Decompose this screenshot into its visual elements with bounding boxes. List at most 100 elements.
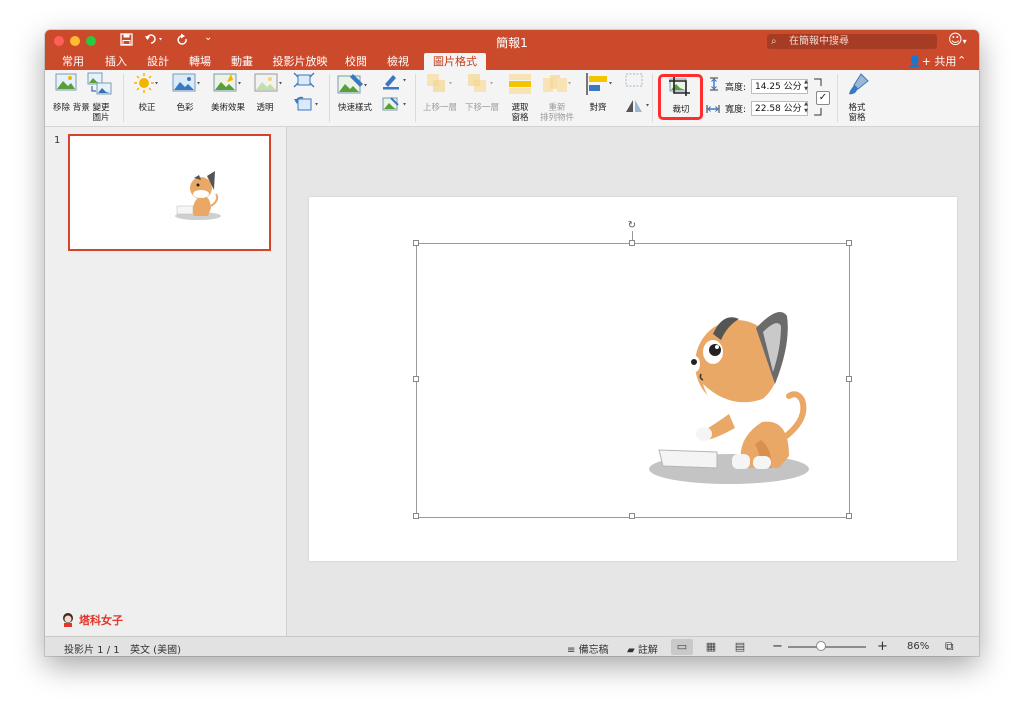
comments-button[interactable]: ▰ 註解 <box>627 641 658 656</box>
pen-border-icon <box>383 75 406 90</box>
ribbon-separator <box>415 74 416 122</box>
resize-handle-w[interactable] <box>413 376 419 382</box>
group-objects-icon <box>625 73 643 87</box>
selection-pane-icon <box>509 74 531 94</box>
collapse-ribbon-icon[interactable]: ⌃ <box>957 52 966 69</box>
slide-number: 1 <box>54 135 61 146</box>
rotate-handle-icon[interactable]: ↻ <box>627 221 637 231</box>
height-label: 高度: <box>725 83 747 93</box>
tab-insert[interactable]: 插入 <box>96 53 136 70</box>
crop-highlight-box <box>658 74 703 120</box>
slide-sorter-button[interactable]: ▦ <box>700 639 722 655</box>
group-button[interactable] <box>624 72 648 92</box>
rotate-flip-icon <box>626 100 649 112</box>
zoom-out-button[interactable]: − <box>772 639 783 654</box>
picture-effects-button[interactable] <box>381 96 409 118</box>
notes-button[interactable]: ≡ 備忘稿 <box>567 641 609 656</box>
transparency-label: 透明 <box>256 103 274 113</box>
selected-picture[interactable] <box>416 243 850 518</box>
comments-label: 註解 <box>637 645 658 656</box>
slide-thumbnails-pane: 1 塔科女子 <box>45 127 287 636</box>
ribbon-separator <box>837 74 838 122</box>
reorder-objects-icon <box>543 75 571 92</box>
cat-thumbnail-image <box>175 171 221 220</box>
fit-to-window-icon[interactable]: ⧉ <box>945 639 954 654</box>
picture-effects-icon <box>382 97 406 111</box>
resize-handle-e[interactable] <box>846 376 852 382</box>
quick-styles-button[interactable] <box>337 72 371 102</box>
tab-review[interactable]: 校閱 <box>336 53 376 70</box>
selection-pane-label: 選取 窗格 <box>511 103 529 123</box>
height-field[interactable]: 14.25 公分 <box>751 79 808 94</box>
align-icon <box>586 73 612 95</box>
reset-picture-button[interactable] <box>293 96 321 116</box>
language-indicator[interactable]: 英文 (美國) <box>130 641 181 656</box>
tab-slideshow[interactable]: 投影片放映 <box>266 53 334 70</box>
change-picture-label: 變更 圖片 <box>92 103 110 123</box>
corrections-label: 校正 <box>138 103 156 113</box>
bring-forward-button[interactable] <box>425 72 455 100</box>
tab-transitions[interactable]: 轉場 <box>180 53 220 70</box>
reorder-objects-button[interactable] <box>542 72 574 100</box>
notes-label: 備忘稿 <box>578 645 609 656</box>
brand-avatar-icon <box>63 613 73 627</box>
tab-animations[interactable]: 動畫 <box>222 53 262 70</box>
tab-view[interactable]: 檢視 <box>378 53 418 70</box>
powerpoint-window: ⌄ 簡報1 ⌕ 在簡報中搜尋 ☺▾ 常用 插入 設計 轉場 動畫 投影片放映 校… <box>45 30 979 656</box>
transparency-icon <box>254 73 282 92</box>
tab-picture-format[interactable]: 圖片格式 <box>424 53 486 70</box>
slide-canvas[interactable]: ↻ <box>309 197 957 561</box>
slide-editor-area: ↻ <box>287 127 979 636</box>
artistic-effects-icon <box>213 73 241 92</box>
selection-pane-button[interactable] <box>508 72 532 100</box>
add-person-icon: 👤+ <box>908 55 931 68</box>
zoom-slider-thumb[interactable] <box>816 641 826 651</box>
resize-handle-s[interactable] <box>629 513 635 519</box>
rotate-button[interactable] <box>624 96 652 118</box>
send-backward-button[interactable] <box>466 72 496 100</box>
zoom-in-button[interactable]: + <box>877 639 888 654</box>
compress-pictures-button[interactable] <box>293 72 315 92</box>
search-box[interactable]: ⌕ 在簡報中搜尋 <box>767 34 937 49</box>
corrections-button[interactable] <box>133 72 159 100</box>
width-icon <box>706 100 720 119</box>
title-bar: ⌄ 簡報1 ⌕ 在簡報中搜尋 ☺▾ <box>45 30 979 52</box>
status-bar: 投影片 1 / 1 英文 (美國) ≡ 備忘稿 ▰ 註解 ▭ ▦ ▤ − + 8… <box>45 636 979 656</box>
resize-handle-ne[interactable] <box>846 240 852 246</box>
resize-handle-sw[interactable] <box>413 513 419 519</box>
artistic-effects-button[interactable] <box>213 72 243 100</box>
color-button[interactable] <box>172 72 202 100</box>
normal-view-button[interactable]: ▭ <box>671 639 693 655</box>
remove-background-button[interactable] <box>55 72 77 98</box>
ribbon-separator <box>329 74 330 122</box>
search-placeholder: 在簡報中搜尋 <box>789 36 849 47</box>
bring-forward-label: 上移一層 <box>422 103 457 113</box>
tab-design[interactable]: 設計 <box>138 53 178 70</box>
zoom-slider-track[interactable] <box>788 646 866 648</box>
height-stepper[interactable]: ▲ ▼ <box>802 79 810 94</box>
send-backward-icon <box>468 74 493 92</box>
change-picture-button[interactable] <box>87 72 113 100</box>
artistic-effects-label: 美術效果 <box>210 103 245 113</box>
paintbrush-icon <box>849 73 869 95</box>
feedback-smiley-icon[interactable]: ☺▾ <box>948 32 967 48</box>
width-stepper[interactable]: ▲ ▼ <box>802 101 810 116</box>
slide-thumbnail[interactable] <box>68 134 271 251</box>
transparency-button[interactable] <box>254 72 284 100</box>
reading-view-button[interactable]: ▤ <box>729 639 751 655</box>
picture-border-button[interactable] <box>381 72 409 94</box>
zoom-percentage[interactable]: 86% <box>907 641 929 652</box>
grid-view-icon: ▦ <box>705 640 717 653</box>
resize-handle-n[interactable] <box>629 240 635 246</box>
align-button[interactable] <box>585 72 615 100</box>
quick-styles-label: 快速樣式 <box>337 103 372 113</box>
resize-handle-se[interactable] <box>846 513 852 519</box>
tab-home[interactable]: 常用 <box>53 53 93 70</box>
format-pane-button[interactable] <box>847 72 871 100</box>
resize-handle-nw[interactable] <box>413 240 419 246</box>
compress-icon <box>293 72 315 88</box>
lock-aspect-checkbox[interactable]: ✓ <box>816 91 830 105</box>
comment-icon: ▰ <box>627 645 635 656</box>
width-field[interactable]: 22.58 公分 <box>751 101 808 116</box>
share-button[interactable]: 👤+ 共用 <box>908 53 956 70</box>
